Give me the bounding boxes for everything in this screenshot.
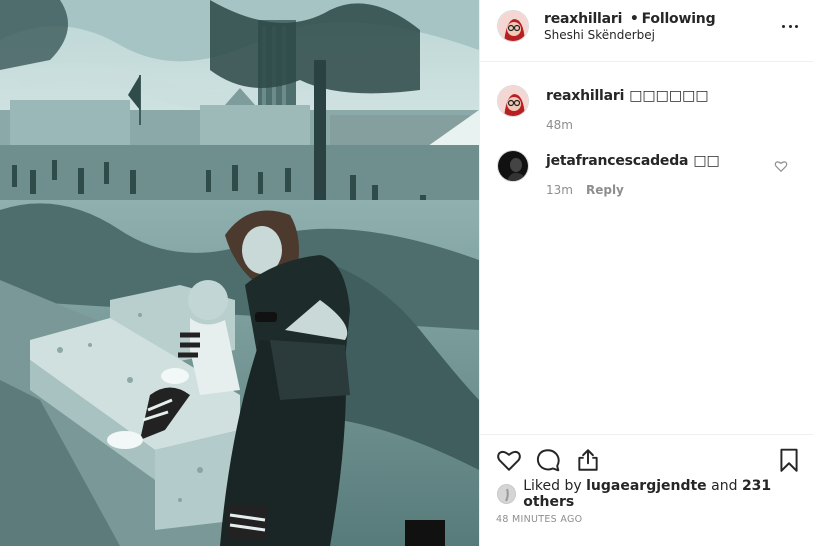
likes-connector: and	[711, 478, 738, 494]
comment-username[interactable]: reaxhillari	[546, 88, 624, 104]
reply-button[interactable]: Reply	[586, 183, 624, 197]
bookmark-icon[interactable]	[776, 447, 802, 473]
follow-status[interactable]: Following	[642, 11, 716, 27]
avatar[interactable]	[497, 10, 529, 42]
post-header: reaxhillari • Following Sheshi Skënderbej	[480, 0, 813, 62]
profile-picture-icon	[498, 11, 528, 41]
likes-prefix: Liked by	[523, 478, 582, 494]
comment-body: jetafrancescadeda □□	[546, 153, 720, 169]
comment-time[interactable]: 48m	[546, 118, 573, 132]
more-dot	[795, 24, 798, 28]
heart-icon[interactable]	[774, 159, 788, 173]
profile-picture-icon	[498, 86, 528, 116]
comment-icon[interactable]	[535, 447, 561, 473]
share-icon[interactable]	[575, 447, 601, 473]
profile-picture-icon	[498, 151, 528, 181]
profile-picture-icon	[498, 485, 516, 503]
likes-summary: Liked by lugaeargjendte and 231 others	[497, 478, 813, 510]
comment-body: reaxhillari □□□□□□	[546, 88, 709, 104]
comment-username[interactable]: jetafrancescadeda	[546, 153, 689, 169]
post-timestamp[interactable]: 48 MINUTES AGO	[496, 514, 582, 525]
more-options-icon[interactable]	[780, 16, 800, 36]
comment-time[interactable]: 13m	[546, 183, 573, 197]
header-separator: •	[629, 11, 639, 27]
header-title: reaxhillari • Following	[544, 11, 716, 27]
actions-section: Liked by lugaeargjendte and 231 others 4…	[480, 434, 813, 546]
more-dot	[788, 24, 792, 28]
more-dot	[782, 24, 785, 28]
avatar[interactable]	[497, 150, 529, 182]
comment-meta: 48m	[546, 118, 573, 132]
avatar[interactable]	[497, 85, 529, 117]
post-photo[interactable]	[0, 0, 479, 546]
comment-meta: 13m Reply	[546, 183, 624, 197]
comment-text: □□□□□□	[629, 88, 709, 104]
post-photo-image	[0, 0, 479, 546]
post-panel: reaxhillari • Following Sheshi Skënderbej	[479, 0, 813, 546]
header-username[interactable]: reaxhillari	[544, 11, 622, 27]
location-link[interactable]: Sheshi Skënderbej	[544, 28, 655, 42]
liker-username[interactable]: lugaeargjendte	[586, 478, 707, 494]
likes-text: Liked by lugaeargjendte and 231 others	[523, 478, 813, 510]
avatar[interactable]	[497, 484, 517, 504]
comment-text: □□	[693, 153, 720, 169]
heart-icon[interactable]	[496, 447, 522, 473]
